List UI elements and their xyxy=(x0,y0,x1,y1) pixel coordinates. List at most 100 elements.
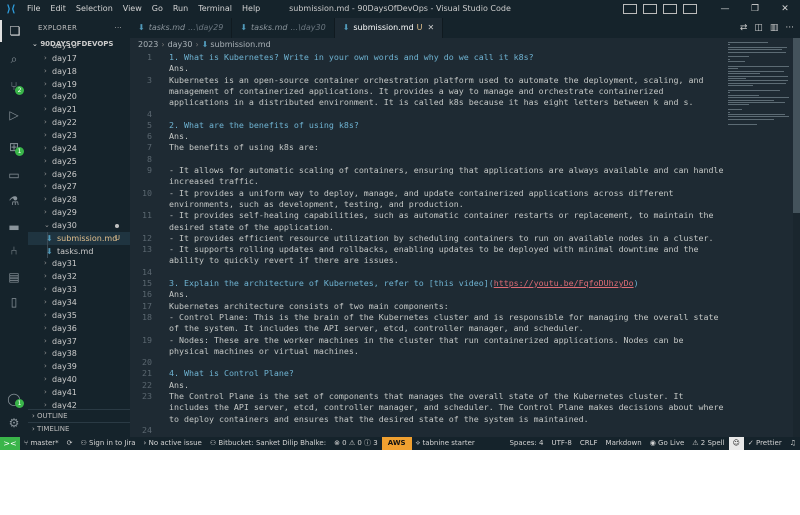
tree-folder-day17[interactable]: › day17 xyxy=(28,52,130,65)
tabnine-status[interactable]: ⟡ tabnine starter xyxy=(412,437,479,450)
tree-file-tasks-md[interactable]: ⬇ tasks.md xyxy=(28,244,130,258)
tree-folder-day33[interactable]: › day33 xyxy=(28,283,130,296)
code-line[interactable]: 8 xyxy=(130,154,725,165)
remote-explorer-icon[interactable]: ▭ xyxy=(0,164,28,186)
remote-indicator[interactable]: >< xyxy=(0,437,20,450)
editor-scrollbar[interactable] xyxy=(793,38,800,437)
tree-folder-day38[interactable]: › day38 xyxy=(28,347,130,360)
tree-folder-day32[interactable]: › day32 xyxy=(28,270,130,283)
code-line[interactable]: 17 Kubernetes architecture consists of tw… xyxy=(130,301,725,312)
explorer-icon[interactable]: ❏ xyxy=(0,20,28,42)
code-line[interactable]: ability to quickly revert if there are i… xyxy=(130,255,725,266)
code-line[interactable]: to deploy containers and ensures that th… xyxy=(130,414,725,425)
tree-folder-day37[interactable]: › day37 xyxy=(28,335,130,348)
code-editor[interactable]: 1 1. What is Kubernetes? Write in your ow… xyxy=(130,52,725,437)
minimize-icon[interactable]: — xyxy=(710,0,740,18)
tree-folder-day25[interactable]: › day25 xyxy=(28,155,130,168)
code-line[interactable]: 12 - It provides efficient resource utili… xyxy=(130,233,725,244)
code-line[interactable]: desired state of the application. xyxy=(130,222,725,233)
code-line[interactable]: management of containerized applications… xyxy=(130,86,725,97)
tree-file-submission-md[interactable]: ⬇ submission.md U xyxy=(28,231,130,245)
code-line[interactable]: 23 The Control Plane is the set of compon… xyxy=(130,391,725,402)
code-line[interactable]: Ans. xyxy=(130,63,725,74)
minimap[interactable] xyxy=(725,38,793,437)
language-mode[interactable]: Markdown xyxy=(602,437,646,450)
menu-selection[interactable]: Selection xyxy=(71,0,118,18)
code-line[interactable]: 16 Ans. xyxy=(130,289,725,300)
manage-gear-icon[interactable]: ⚙ xyxy=(0,412,28,434)
menu-edit[interactable]: Edit xyxy=(45,0,71,18)
active-issue[interactable]: › No active issue xyxy=(140,437,206,450)
menu-terminal[interactable]: Terminal xyxy=(193,0,237,18)
preview-icon[interactable]: ◫ xyxy=(754,23,763,33)
breadcrumb-file[interactable]: submission.md xyxy=(210,40,270,49)
tree-folder-day21[interactable]: › day21 xyxy=(28,103,130,116)
tree-folder-day41[interactable]: › day41 xyxy=(28,386,130,399)
tree-folder-day28[interactable]: › day28 xyxy=(28,193,130,206)
split-editor-icon[interactable]: ▥ xyxy=(770,23,779,33)
bitbucket-icon[interactable]: ▤ xyxy=(0,266,28,288)
aws-status[interactable]: AWS xyxy=(381,437,412,450)
breadcrumb-folder-2023[interactable]: 2023 xyxy=(138,40,158,49)
tree-folder-day24[interactable]: › day24 xyxy=(28,142,130,155)
tree-folder-day27[interactable]: › day27 xyxy=(28,180,130,193)
tree-folder-day20[interactable]: › day20 xyxy=(28,90,130,103)
sync-icon[interactable]: ⟳ xyxy=(63,437,77,450)
close-window-icon[interactable]: ✕ xyxy=(770,0,800,18)
tree-folder-day30[interactable]: ⌄ day30 xyxy=(28,219,130,232)
tab-submission-md-2[interactable]: ⬇ submission.md U ✕ xyxy=(334,18,444,38)
menu-view[interactable]: View xyxy=(118,0,147,18)
code-line[interactable]: 10 - It provides a uniform way to deploy,… xyxy=(130,188,725,199)
accounts-icon[interactable]: ◯ 1 xyxy=(0,388,28,410)
code-line[interactable]: 20 xyxy=(130,357,725,368)
extensions-icon[interactable]: ⊞ 1 xyxy=(0,136,28,158)
code-line[interactable]: physical machines or virtual machines. xyxy=(130,346,725,357)
code-line[interactable]: 9 - It allows for automatic scaling of co… xyxy=(130,165,725,176)
code-line[interactable]: 15 3. Explain the architecture of Kuberne… xyxy=(130,278,725,289)
menu-go[interactable]: Go xyxy=(147,0,168,18)
search-icon[interactable]: ⌕ xyxy=(0,48,28,70)
code-line[interactable]: applications in a distributed environmen… xyxy=(130,97,725,108)
indentation-indicator[interactable]: Spaces: 4 xyxy=(505,437,547,450)
tree-folder-day42[interactable]: › day42 xyxy=(28,399,130,409)
menu-run[interactable]: Run xyxy=(168,0,193,18)
customize-layout-icon[interactable] xyxy=(683,4,697,14)
tab-tasks-md-1[interactable]: ⬇ tasks.md ...\day30 xyxy=(232,18,335,38)
aws-icon[interactable]: ▬ xyxy=(0,216,28,238)
code-line[interactable]: 3 Kubernetes is an open-source container … xyxy=(130,75,725,86)
prettier-status[interactable]: ✓ Prettier xyxy=(744,437,786,450)
tree-folder-day34[interactable]: › day34 xyxy=(28,296,130,309)
problems-indicator[interactable]: ⊗ 0 ⚠ 0 ⓘ 3 xyxy=(330,437,382,450)
tree-folder-day22[interactable]: › day22 xyxy=(28,116,130,129)
tree-folder-day39[interactable]: › day39 xyxy=(28,360,130,373)
spell-check-status[interactable]: ⚠ 2 Spell xyxy=(688,437,728,450)
timeline-section[interactable]: › TIMELINE xyxy=(28,422,130,435)
tab-tasks-md-0[interactable]: ⬇ tasks.md ...\day29 xyxy=(130,18,233,38)
code-line[interactable]: 4 xyxy=(130,109,725,120)
code-line[interactable]: 11 - It provides self-healing capabilitie… xyxy=(130,210,725,221)
branch-indicator[interactable]: ⑂ master* xyxy=(20,437,63,450)
close-tab-icon[interactable]: ✕ xyxy=(428,18,435,38)
code-line[interactable]: of the system. It includes the API serve… xyxy=(130,323,725,334)
docker-icon[interactable]: ⑃ xyxy=(0,240,28,262)
eol-indicator[interactable]: CRLF xyxy=(576,437,602,450)
code-line[interactable]: 7 The benefits of using k8s are: xyxy=(130,142,725,153)
tree-folder-day36[interactable]: › day36 xyxy=(28,322,130,335)
link-url[interactable]: https://youtu.be/FqfoDUhzyDo xyxy=(494,278,634,288)
code-line[interactable]: 21 4. What is Control Plane? xyxy=(130,368,725,379)
tree-folder-day40[interactable]: › day40 xyxy=(28,373,130,386)
code-line[interactable]: 18 - Control Plane: This is the brain of … xyxy=(130,312,725,323)
run-debug-icon[interactable]: ▷ xyxy=(0,104,28,126)
restore-icon[interactable]: ❐ xyxy=(740,0,770,18)
tree-folder-day23[interactable]: › day23 xyxy=(28,129,130,142)
code-line[interactable]: environments, such as development, testi… xyxy=(130,199,725,210)
code-line[interactable]: 24 xyxy=(130,425,725,436)
ghost-icon[interactable]: ☺ xyxy=(728,437,744,450)
menu-help[interactable]: Help xyxy=(237,0,265,18)
tree-folder-day29[interactable]: › day29 xyxy=(28,206,130,219)
menu-file[interactable]: File xyxy=(22,0,45,18)
code-line[interactable]: 14 xyxy=(130,267,725,278)
code-line[interactable]: includes the API server, etcd, controlle… xyxy=(130,402,725,413)
toggle-secondary-sidebar-icon[interactable] xyxy=(663,4,677,14)
toggle-panel-icon[interactable] xyxy=(643,4,657,14)
